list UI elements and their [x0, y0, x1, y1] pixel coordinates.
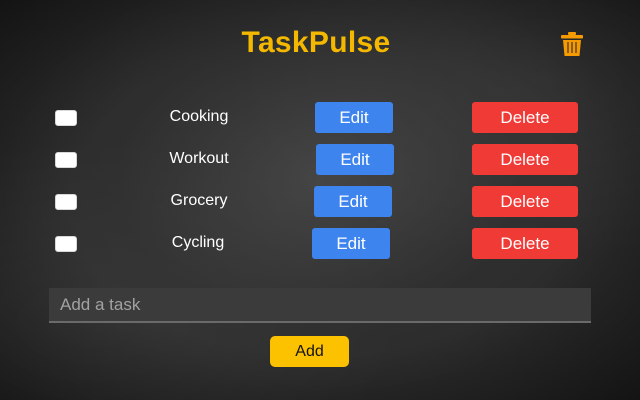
- delete-button[interactable]: Delete: [472, 228, 578, 259]
- task-checkbox[interactable]: [55, 194, 77, 210]
- task-row: Workout Edit Delete: [0, 144, 640, 176]
- task-label: Cooking: [169, 108, 229, 125]
- task-row: Cooking Edit Delete: [0, 102, 640, 134]
- delete-button[interactable]: Delete: [472, 144, 578, 175]
- task-checkbox[interactable]: [55, 110, 77, 126]
- task-label: Workout: [169, 150, 229, 167]
- add-task-button[interactable]: Add: [270, 336, 349, 367]
- task-row: Grocery Edit Delete: [0, 186, 640, 218]
- edit-button[interactable]: Edit: [315, 102, 393, 133]
- delete-button[interactable]: Delete: [472, 186, 578, 217]
- clear-all-button[interactable]: [558, 30, 586, 58]
- task-label: Cycling: [171, 234, 225, 251]
- delete-button[interactable]: Delete: [472, 102, 578, 133]
- edit-button[interactable]: Edit: [316, 144, 394, 175]
- task-checkbox[interactable]: [55, 152, 77, 168]
- edit-button[interactable]: Edit: [312, 228, 390, 259]
- edit-button[interactable]: Edit: [314, 186, 392, 217]
- trash-icon: [561, 32, 583, 56]
- task-checkbox[interactable]: [55, 236, 77, 252]
- task-label: Grocery: [170, 192, 228, 209]
- app-title: TaskPulse: [241, 26, 391, 59]
- task-row: Cycling Edit Delete: [0, 228, 640, 260]
- add-task-input[interactable]: [49, 288, 591, 323]
